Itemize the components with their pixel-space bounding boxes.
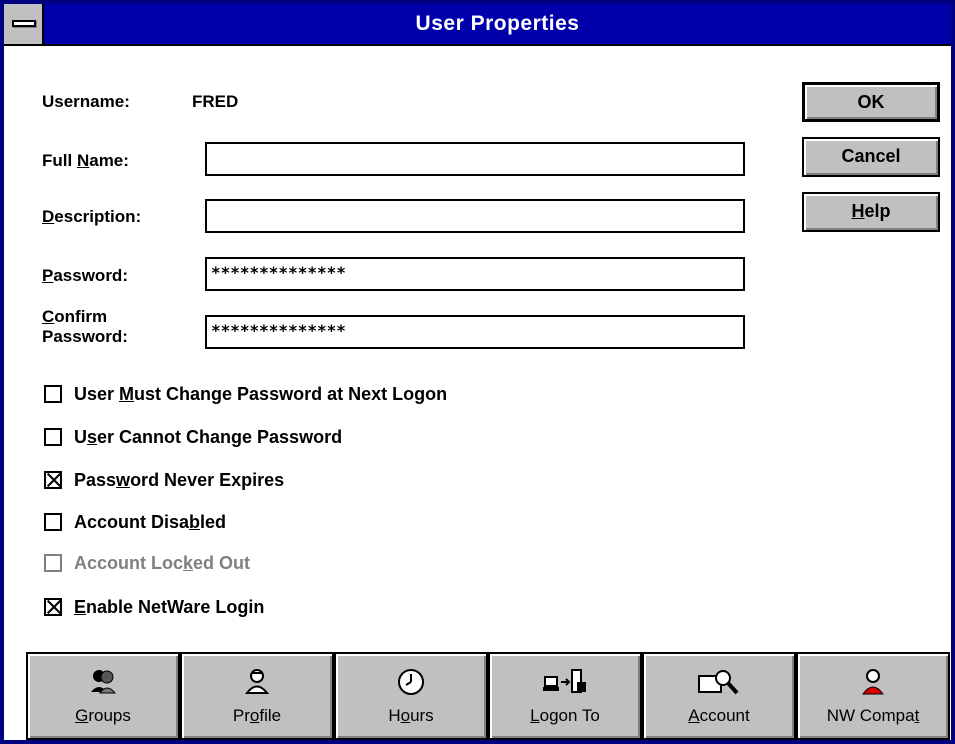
username-label: Username: — [42, 92, 130, 111]
description-label: Description: — [42, 207, 142, 226]
checkbox-box[interactable] — [44, 385, 62, 403]
checkbox-label: Enable NetWare Login — [74, 596, 265, 617]
title-bar: User Properties — [4, 4, 951, 46]
checkbox-label: Account Locked Out — [74, 552, 251, 573]
option-checkbox-1[interactable]: User Must Change Password at Next Logon — [44, 382, 447, 406]
toolbar-button-nw-compat[interactable]: NW Compat — [796, 652, 950, 740]
option-checkbox-3[interactable]: Password Never Expires — [44, 468, 284, 492]
account-icon — [644, 668, 794, 696]
checkbox-box[interactable] — [44, 428, 62, 446]
toolbar-button-hours[interactable]: Hours — [334, 652, 488, 740]
system-menu-icon — [12, 20, 36, 27]
user-properties-window: User Properties Username: FRED Full Name… — [0, 0, 955, 744]
checkbox-box[interactable] — [44, 598, 62, 616]
system-menu-button[interactable] — [4, 4, 44, 44]
groups-icon — [28, 668, 178, 696]
full-name-label: Full Name: — [42, 151, 129, 170]
profile-icon — [182, 668, 332, 696]
full-name-input[interactable] — [205, 142, 745, 176]
ok-button[interactable]: OK — [802, 82, 940, 122]
password-label: Password: — [42, 266, 128, 285]
checkbox-box — [44, 554, 62, 572]
checkbox-label: User Cannot Change Password — [74, 426, 343, 447]
option-checkbox-2[interactable]: User Cannot Change Password — [44, 425, 342, 449]
checkbox-label: Account Disabled — [74, 511, 227, 532]
toolbar-button-groups[interactable]: Groups — [26, 652, 180, 740]
nw-compat-icon — [798, 668, 948, 696]
toolbar-button-label: NW Compat — [826, 706, 920, 725]
description-input[interactable] — [205, 199, 745, 233]
toolbar-button-label: Hours — [388, 706, 434, 725]
password-input[interactable]: ************** — [205, 257, 745, 291]
option-checkbox-4[interactable]: Account Disabled — [44, 510, 226, 534]
toolbar-button-logon-to[interactable]: Logon To — [488, 652, 642, 740]
toolbar-button-profile[interactable]: Profile — [180, 652, 334, 740]
toolbar-button-label: Account — [688, 706, 750, 725]
window-title: User Properties — [415, 12, 580, 35]
option-checkbox-6[interactable]: Enable NetWare Login — [44, 595, 264, 619]
username-value: FRED — [192, 92, 239, 111]
confirm-password-input[interactable]: ************** — [205, 315, 745, 349]
logon-to-icon — [490, 668, 640, 696]
checkbox-label: User Must Change Password at Next Logon — [74, 383, 448, 404]
toolbar-button-label: Profile — [232, 706, 282, 725]
checkbox-box[interactable] — [44, 513, 62, 531]
toolbar-button-label: Groups — [75, 706, 131, 725]
bottom-button-bar: Groups Profile Hours Logon To Account NW… — [26, 652, 952, 740]
confirm-password-label: Confirm Password: — [42, 307, 128, 346]
toolbar-button-account[interactable]: Account — [642, 652, 796, 740]
clock-icon — [336, 668, 486, 696]
checkbox-box[interactable] — [44, 471, 62, 489]
cancel-button[interactable]: Cancel — [802, 137, 940, 177]
toolbar-button-label: Logon To — [530, 706, 600, 725]
option-checkbox-5: Account Locked Out — [44, 551, 250, 575]
checkbox-label: Password Never Expires — [74, 469, 285, 490]
help-button[interactable]: Help — [802, 192, 940, 232]
